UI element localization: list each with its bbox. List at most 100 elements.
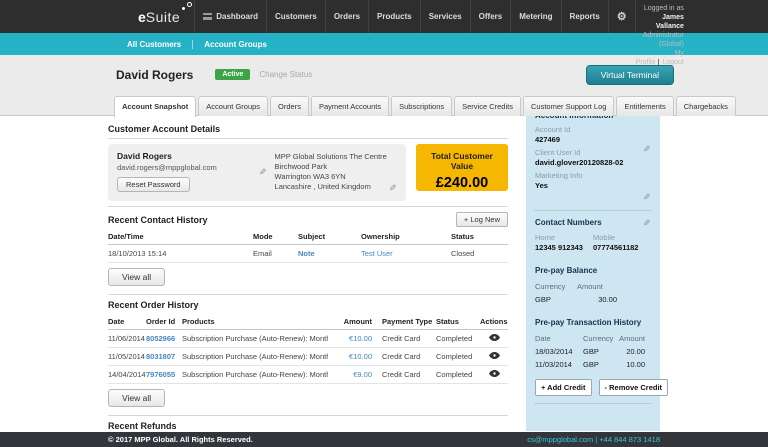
view-all-orders-button[interactable]: View all — [108, 389, 165, 407]
contact-ownership-link[interactable]: Test User — [361, 249, 393, 258]
nav-offers[interactable]: Offers — [470, 0, 511, 33]
view-order-icon[interactable] — [480, 366, 508, 384]
logo-dot-small — [182, 7, 185, 10]
nav-orders[interactable]: Orders — [325, 0, 368, 33]
marketing-info-label: Marketing Info — [535, 171, 651, 180]
page-title: David Rogers — [116, 68, 193, 82]
copyright-text: © 2017 MPP Global. All Rights Reserved. — [108, 435, 253, 444]
nav-services[interactable]: Services — [420, 0, 470, 33]
nav-label: Orders — [334, 12, 360, 21]
sidebar-title-prepay-history: Pre-pay Transaction History — [535, 318, 651, 327]
sidebar-title-account-information: Account Information — [535, 116, 651, 120]
contact-subject-link[interactable]: Note — [298, 249, 315, 258]
view-all-contacts-button[interactable]: View all — [108, 268, 165, 286]
col-header: Status — [451, 229, 508, 245]
mobile-number: 07774561182 — [593, 243, 651, 252]
main-nav: Dashboard Customers Orders Products Serv… — [194, 0, 635, 33]
nav-label: Services — [429, 12, 462, 21]
sidebar-divider — [534, 210, 652, 211]
tab-service-credits[interactable]: Service Credits — [454, 96, 521, 116]
nav-label: Metering — [519, 12, 552, 21]
support-contact-link[interactable]: cs@mppglobal.com | +44 844 873 1418 — [527, 435, 660, 444]
customer-address: MPP Global Solutions The Centre Birchwoo… — [275, 151, 390, 194]
logo-text: Suite — [146, 9, 180, 25]
nav-label: Products — [377, 12, 412, 21]
marketing-info-value: Yes — [535, 181, 651, 190]
customer-card-name: David Rogers — [117, 151, 259, 161]
order-amount-link[interactable]: €10.00 — [349, 352, 372, 361]
remove-credit-button[interactable]: - Remove Credit — [599, 379, 669, 396]
col-header: Products — [182, 314, 328, 330]
tab-bar: Account Snapshot Account Groups Orders P… — [108, 85, 660, 116]
tab-payment-accounts[interactable]: Payment Accounts — [311, 96, 389, 116]
sidebar-title-contact-numbers: Contact Numbers — [535, 218, 602, 227]
balance-currency: GBP — [535, 293, 577, 306]
add-credit-button[interactable]: + Add Credit — [535, 379, 592, 396]
total-customer-value-label: Total Customer Value — [420, 151, 504, 171]
edit-marketing-info-icon[interactable]: ✎ — [643, 192, 651, 203]
txn-currency: GBP — [583, 358, 619, 371]
edit-customer-icon[interactable]: ✎ — [259, 167, 267, 178]
order-date: 11/05/2014 — [108, 348, 146, 366]
subnav-account-groups[interactable]: Account Groups — [192, 40, 278, 49]
edit-client-user-id-icon[interactable]: ✎ — [643, 144, 651, 155]
divider — [108, 294, 508, 295]
status-badge: Active — [215, 69, 250, 80]
order-products: Subscription Purchase (Auto-Renew): Mont… — [182, 348, 328, 366]
tab-subscriptions[interactable]: Subscriptions — [391, 96, 452, 116]
amount-label: Amount — [577, 280, 617, 293]
edit-contact-numbers-icon[interactable]: ✎ — [643, 218, 651, 229]
order-status: Completed — [436, 330, 480, 348]
order-id-link[interactable]: 8052966 — [146, 334, 175, 343]
txn-amount: 20.00 — [619, 345, 651, 358]
hamburger-icon — [203, 13, 212, 20]
order-id-link[interactable]: 8031807 — [146, 352, 175, 361]
tab-orders[interactable]: Orders — [270, 96, 309, 116]
order-amount-link[interactable]: €9.00 — [353, 370, 372, 379]
tab-chargebacks[interactable]: Chargebacks — [676, 96, 736, 116]
sidebar-title-prepay-balance: Pre-pay Balance — [535, 266, 651, 275]
nav-metering[interactable]: Metering — [510, 0, 560, 33]
virtual-terminal-button[interactable]: Virtual Terminal — [586, 65, 674, 85]
account-id-value: 427469 — [535, 135, 651, 144]
contact-mode: Email — [253, 245, 298, 263]
contact-datetime: 18/10/2013 15:14 — [108, 245, 253, 263]
tab-account-snapshot[interactable]: Account Snapshot — [114, 96, 196, 117]
nav-dashboard[interactable]: Dashboard — [194, 0, 266, 33]
order-date: 14/04/2014 — [108, 366, 146, 384]
tab-entitlements[interactable]: Entitlements — [616, 96, 673, 116]
gear-icon: ⚙ — [617, 10, 627, 23]
txn-currency: GBP — [583, 345, 619, 358]
mobile-label: Mobile — [593, 233, 651, 242]
tab-customer-support-log[interactable]: Customer Support Log — [523, 96, 614, 116]
order-id-link[interactable]: 7976055 — [146, 370, 175, 379]
edit-address-icon[interactable]: ✎ — [389, 183, 397, 194]
address-line: MPP Global Solutions The Centre Birchwoo… — [275, 152, 390, 172]
col-header: Currency — [583, 332, 619, 345]
reset-password-button[interactable]: Reset Password — [117, 177, 190, 192]
total-customer-value: £240.00 — [420, 175, 504, 191]
nav-products[interactable]: Products — [368, 0, 420, 33]
change-status-link[interactable]: Change Status — [259, 70, 312, 79]
section-title-contact-history: Recent Contact History — [108, 215, 208, 225]
order-status: Completed — [436, 366, 480, 384]
log-new-button[interactable]: + Log New — [456, 212, 508, 227]
section-title-refunds: Recent Refunds — [108, 421, 508, 431]
subnav-all-customers[interactable]: All Customers — [116, 40, 192, 49]
col-header: Payment Type — [382, 314, 436, 330]
view-order-icon[interactable] — [480, 348, 508, 366]
tab-account-groups[interactable]: Account Groups — [198, 96, 268, 116]
nav-reports[interactable]: Reports — [561, 0, 608, 33]
logged-in-prefix: Logged in as — [644, 5, 684, 12]
client-user-id-value: david.glover20120828-02 — [535, 158, 651, 167]
view-order-icon[interactable] — [480, 330, 508, 348]
nav-settings[interactable]: ⚙ — [608, 0, 636, 33]
user-info: Logged in as James Vallance Administrato… — [636, 0, 690, 33]
divider — [108, 206, 508, 207]
col-header: Mode — [253, 229, 298, 245]
order-amount-link[interactable]: €10.00 — [349, 334, 372, 343]
sidebar-divider — [534, 403, 652, 404]
esuite-logo[interactable]: eSuite — [108, 0, 194, 33]
nav-customers[interactable]: Customers — [266, 0, 325, 33]
order-payment-type: Credit Card — [382, 330, 436, 348]
